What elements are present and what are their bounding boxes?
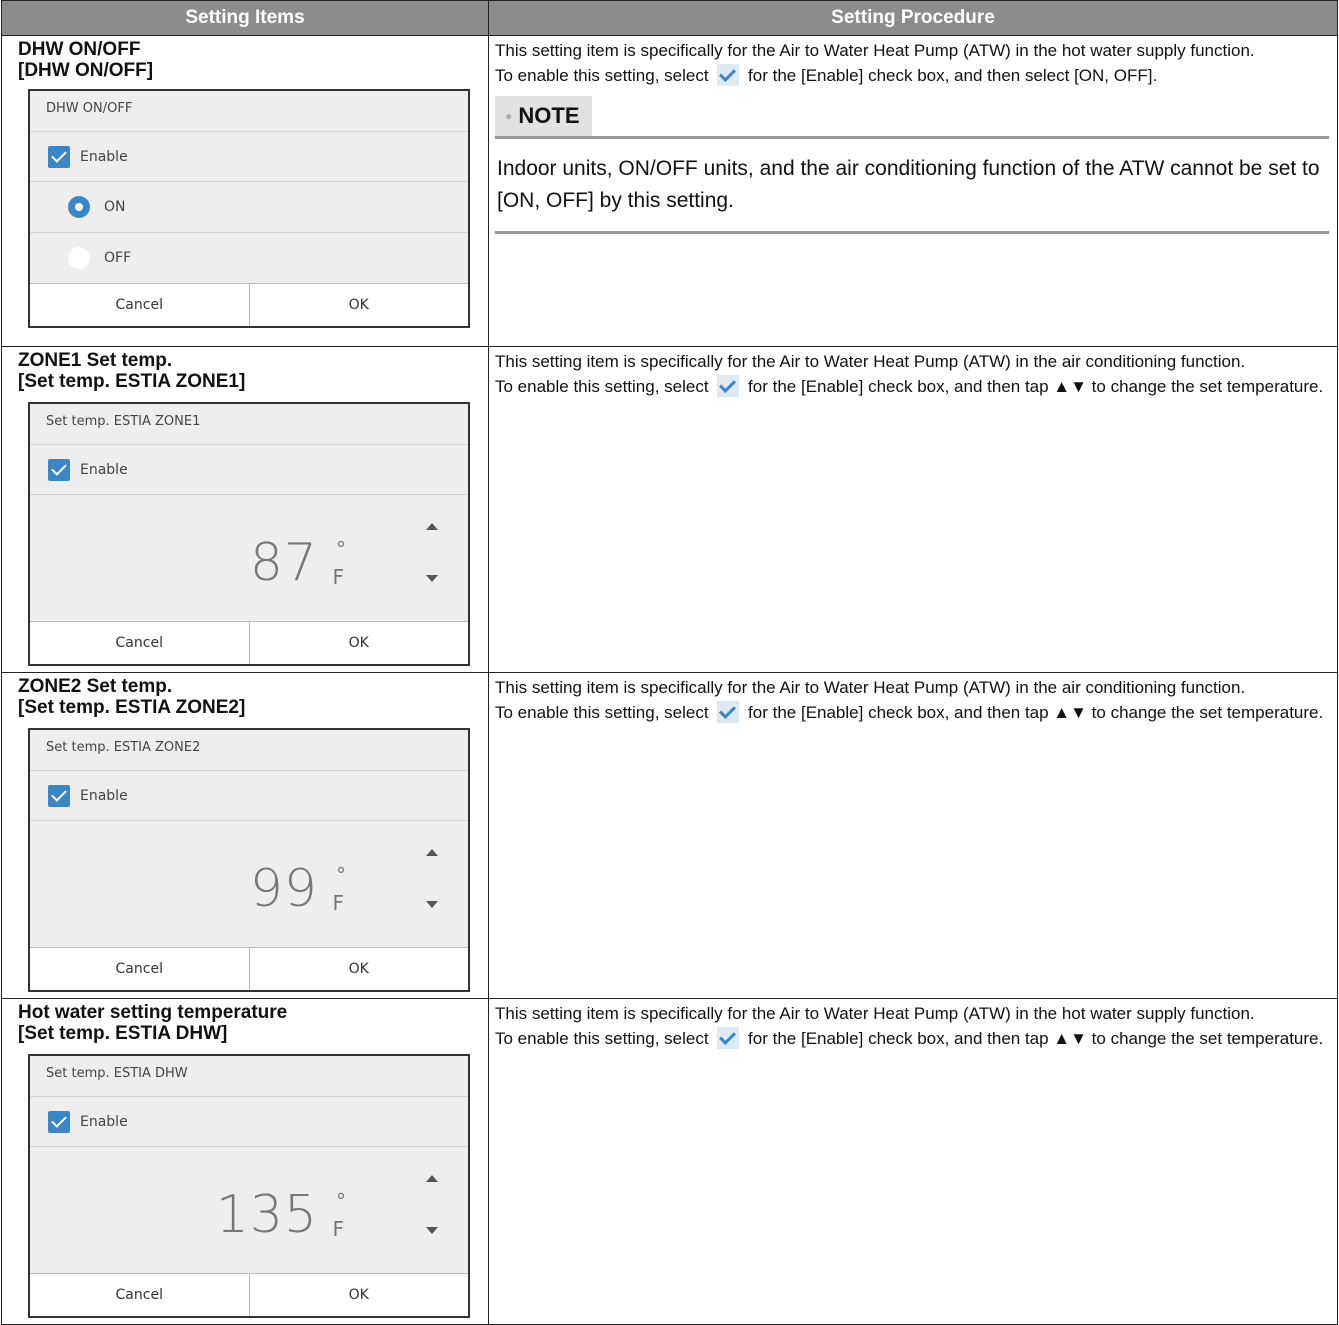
procedure-cell: This setting item is specifically for th… [488, 998, 1338, 1325]
item-title: ZONE1 Set temp. [Set temp. ESTIA ZONE1] [18, 350, 246, 392]
note-divider [495, 136, 1329, 139]
zone2-temp-dialog: Set temp. ESTIA ZONE2 Enable 99 ° F Canc… [28, 728, 470, 992]
enable-checkbox[interactable]: Enable [30, 444, 468, 494]
decrease-arrow-icon[interactable] [426, 1227, 438, 1234]
degree-symbol: ° [336, 1189, 346, 1213]
temperature-unit: F [332, 1217, 344, 1241]
dialog-title: Set temp. ESTIA ZONE2 [46, 740, 201, 755]
radio-on[interactable]: ON [30, 181, 468, 232]
checkbox-icon [717, 701, 740, 723]
temperature-display: 99 ° F [30, 820, 468, 947]
dialog-footer: Cancel OK [30, 621, 468, 664]
item-cell: DHW ON/OFF [DHW ON/OFF] DHW ON/OFF Enabl… [1, 35, 489, 347]
cancel-button[interactable]: Cancel [30, 948, 249, 990]
temperature-display: 87 ° F [30, 494, 468, 621]
radio-selected-icon [68, 196, 90, 218]
item-cell: ZONE2 Set temp. [Set temp. ESTIA ZONE2] … [1, 672, 489, 999]
ok-button[interactable]: OK [248, 948, 469, 990]
header-row: Setting Items Setting Procedure [1, 0, 1338, 36]
degree-symbol: ° [336, 537, 346, 561]
checkbox-checked-icon [48, 145, 70, 168]
radio-off[interactable]: OFF [30, 232, 468, 283]
cancel-button[interactable]: Cancel [30, 622, 249, 664]
checkbox-checked-icon [48, 784, 70, 807]
procedure-cell: This setting item is specifically for th… [488, 35, 1338, 347]
note-text: Indoor units, ON/OFF units, and the air … [495, 139, 1329, 234]
ok-button[interactable]: OK [248, 1274, 469, 1316]
temperature-unit: F [332, 565, 344, 589]
radio-unselected-icon [68, 247, 90, 269]
item-cell: ZONE1 Set temp. [Set temp. ESTIA ZONE1] … [1, 346, 489, 673]
item-title: DHW ON/OFF [DHW ON/OFF] [18, 39, 154, 81]
dialog-title: DHW ON/OFF [46, 101, 133, 116]
enable-checkbox[interactable]: Enable [30, 1096, 468, 1146]
table-row: ZONE2 Set temp. [Set temp. ESTIA ZONE2] … [1, 672, 1338, 999]
procedure-cell: This setting item is specifically for th… [488, 672, 1338, 999]
dialog-title: Set temp. ESTIA DHW [46, 1066, 188, 1081]
checkbox-icon [717, 1027, 740, 1049]
enable-checkbox[interactable]: Enable [30, 770, 468, 820]
procedure-cell: This setting item is specifically for th… [488, 346, 1338, 673]
enable-checkbox[interactable]: Enable [30, 131, 468, 181]
dhw-temp-dialog: Set temp. ESTIA DHW Enable 135 ° F Cance… [28, 1054, 470, 1318]
increase-arrow-icon[interactable] [426, 523, 438, 530]
dialog-footer: Cancel OK [30, 1273, 468, 1316]
procedure-text: This setting item is specifically for th… [495, 1004, 1324, 1049]
header-setting-items: Setting Items [1, 0, 489, 36]
temperature-value: 99 [249, 859, 318, 919]
cancel-button[interactable]: Cancel [30, 1274, 249, 1316]
note-label: NOTE [518, 103, 580, 128]
temperature-unit: F [332, 891, 344, 915]
dialog-title: Set temp. ESTIA ZONE1 [46, 414, 201, 429]
header-setting-procedure: Setting Procedure [488, 0, 1338, 36]
checkbox-icon [717, 375, 740, 397]
increase-arrow-icon[interactable] [426, 1175, 438, 1182]
decrease-arrow-icon[interactable] [426, 901, 438, 908]
dialog-footer: Cancel OK [30, 947, 468, 990]
dhw-onoff-dialog: DHW ON/OFF Enable ON OFF Cancel OK [28, 89, 470, 328]
temperature-value: 87 [249, 533, 318, 593]
temperature-display: 135 ° F [30, 1146, 468, 1273]
decrease-arrow-icon[interactable] [426, 575, 438, 582]
ok-button[interactable]: OK [248, 284, 469, 326]
note-box: ● NOTE Indoor units, ON/OFF units, and t… [489, 96, 1337, 234]
cancel-button[interactable]: Cancel [30, 284, 249, 326]
settings-table: Setting Items Setting Procedure DHW ON/O… [1, 0, 1338, 1325]
procedure-text: This setting item is specifically for th… [495, 41, 1255, 86]
dialog-footer: Cancel OK [30, 283, 468, 326]
procedure-text: This setting item is specifically for th… [495, 678, 1324, 723]
table-row: ZONE1 Set temp. [Set temp. ESTIA ZONE1] … [1, 346, 1338, 673]
checkbox-checked-icon [48, 1110, 70, 1133]
table-row: DHW ON/OFF [DHW ON/OFF] DHW ON/OFF Enabl… [1, 35, 1338, 347]
temperature-value: 135 [215, 1185, 318, 1245]
checkbox-icon [717, 64, 740, 86]
degree-symbol: ° [336, 863, 346, 887]
ok-button[interactable]: OK [248, 622, 469, 664]
item-title: ZONE2 Set temp. [Set temp. ESTIA ZONE2] [18, 676, 246, 718]
checkbox-checked-icon [48, 458, 70, 481]
table-row: Hot water setting temperature [Set temp.… [1, 998, 1338, 1325]
increase-arrow-icon[interactable] [426, 849, 438, 856]
zone1-temp-dialog: Set temp. ESTIA ZONE1 Enable 87 ° F Canc… [28, 402, 470, 666]
item-cell: Hot water setting temperature [Set temp.… [1, 998, 489, 1325]
procedure-text: This setting item is specifically for th… [495, 352, 1324, 397]
bullet-icon: ● [505, 109, 513, 123]
item-title: Hot water setting temperature [Set temp.… [18, 1002, 288, 1044]
